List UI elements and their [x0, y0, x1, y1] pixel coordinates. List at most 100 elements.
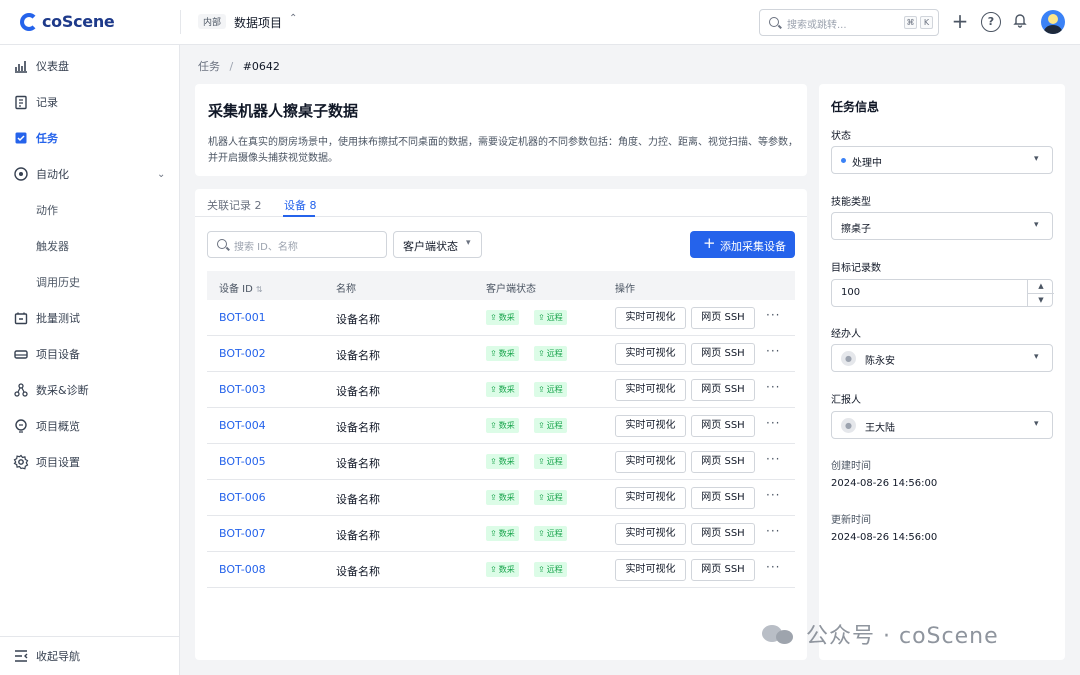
sidebar-item-batch-test[interactable]: 批量测试 — [0, 300, 179, 336]
decrement-icon[interactable]: ▼ — [1028, 293, 1054, 306]
device-id-link[interactable]: BOT-005 — [219, 455, 266, 468]
sidebar-item-dashboard[interactable]: 仪表盘 — [0, 48, 179, 84]
logo-icon — [20, 12, 38, 31]
skill-select[interactable]: 擦桌子 ▾ — [831, 212, 1053, 240]
sidebar-item-diagnosis[interactable]: 数采&诊断 — [0, 372, 179, 408]
status-select[interactable]: 处理中 ▾ — [831, 146, 1053, 174]
remote-icon: ⇪ — [538, 313, 545, 322]
device-id-link[interactable]: BOT-002 — [219, 347, 266, 360]
search-placeholder: 搜索或跳转... — [787, 20, 847, 31]
device-id-link[interactable]: BOT-006 — [219, 491, 266, 504]
assignee-select[interactable]: ● 陈永安 ▾ — [831, 344, 1053, 372]
device-name: 设备名称 — [336, 493, 380, 506]
updated-label: 更新时间 — [831, 515, 871, 526]
sidebar-item-label: 自动化 — [36, 168, 69, 181]
sidebar-item-label: 触发器 — [36, 240, 69, 253]
visualize-button[interactable]: 实时可视化 — [615, 523, 686, 545]
watermark-text: 公众号 · coScene — [806, 624, 999, 649]
help-icon[interactable]: ? — [981, 12, 1001, 32]
sidebar-item-records[interactable]: 记录 — [0, 84, 179, 120]
user-avatar[interactable] — [1041, 10, 1065, 34]
more-icon[interactable]: ··· — [766, 488, 780, 502]
badge-collect: ⇪ 数采 — [486, 382, 519, 397]
device-name: 设备名称 — [336, 421, 380, 434]
search-icon — [769, 17, 779, 27]
device-id-link[interactable]: BOT-001 — [219, 311, 266, 324]
sidebar-item-call-history[interactable]: 调用历史 — [0, 264, 179, 300]
badge-collect: ⇪ 数采 — [486, 310, 519, 325]
tab-linked-records[interactable]: 关联记录 2 — [207, 197, 262, 213]
sidebar-item-label: 调用历史 — [36, 276, 80, 289]
ssh-button[interactable]: 网页 SSH — [691, 523, 755, 545]
add-device-button[interactable]: + 添加采集设备 — [690, 231, 795, 258]
sidebar-item-triggers[interactable]: 触发器 — [0, 228, 179, 264]
remote-icon: ⇪ — [538, 457, 545, 466]
top-bar: coScene 内部 数据项目 ⌃ 搜索或跳转... ⌘ K + ? — [0, 0, 1080, 45]
upload-icon: ⇪ — [490, 421, 497, 430]
skill-label: 技能类型 — [831, 197, 871, 208]
chevron-down-icon[interactable]: ⌄ — [157, 169, 165, 180]
chevron-down-icon: ▾ — [1034, 352, 1039, 362]
more-icon[interactable]: ··· — [766, 344, 780, 358]
visualize-button[interactable]: 实时可视化 — [615, 451, 686, 473]
project-tag: 内部 — [198, 14, 227, 29]
badge-remote: ⇪ 远程 — [534, 346, 567, 361]
stepper: ▲ ▼ — [1027, 280, 1054, 306]
sidebar-item-devices[interactable]: 项目设备 — [0, 336, 179, 372]
sidebar-item-automation[interactable]: 自动化 ⌄ — [0, 156, 179, 192]
plus-icon[interactable]: + — [950, 11, 970, 32]
status-value: 处理中 — [852, 158, 882, 169]
more-icon[interactable]: ··· — [766, 452, 780, 466]
device-search-input[interactable]: 搜索 ID、名称 — [207, 231, 387, 258]
bell-icon[interactable] — [1010, 12, 1030, 32]
reporter-select[interactable]: ● 王大陆 ▾ — [831, 411, 1053, 439]
status-label: 状态 — [831, 131, 851, 142]
visualize-button[interactable]: 实时可视化 — [615, 415, 686, 437]
more-icon[interactable]: ··· — [766, 308, 780, 322]
more-icon[interactable]: ··· — [766, 560, 780, 574]
table-row: BOT-004 设备名称 ⇪ 数采 ⇪ 远程 实时可视化 网页 SSH ··· — [207, 408, 795, 444]
chevron-down-icon: ▾ — [1034, 220, 1039, 230]
breadcrumb-parent[interactable]: 任务 — [198, 60, 220, 73]
more-icon[interactable]: ··· — [766, 380, 780, 394]
ssh-button[interactable]: 网页 SSH — [691, 559, 755, 581]
sidebar-item-overview[interactable]: 项目概览 — [0, 408, 179, 444]
visualize-button[interactable]: 实时可视化 — [615, 559, 686, 581]
global-search-input[interactable]: 搜索或跳转... ⌘ K — [759, 9, 939, 36]
tab-devices[interactable]: 设备 8 — [284, 197, 317, 213]
ssh-button[interactable]: 网页 SSH — [691, 343, 755, 365]
device-id-link[interactable]: BOT-008 — [219, 563, 266, 576]
breadcrumb-separator: / — [229, 60, 234, 73]
visualize-button[interactable]: 实时可视化 — [615, 487, 686, 509]
device-id-link[interactable]: BOT-004 — [219, 419, 266, 432]
target-value: 100 — [841, 287, 861, 298]
chevron-updown-icon[interactable]: ⌃ — [289, 13, 297, 24]
ssh-button[interactable]: 网页 SSH — [691, 451, 755, 473]
device-id-link[interactable]: BOT-007 — [219, 527, 266, 540]
client-status-filter[interactable]: 客户端状态 ▾ — [393, 231, 482, 258]
app-logo[interactable]: coScene — [20, 12, 115, 31]
more-icon[interactable]: ··· — [766, 524, 780, 538]
remote-icon: ⇪ — [538, 529, 545, 538]
target-count-stepper[interactable]: 100 ▲ ▼ — [831, 279, 1054, 307]
visualize-button[interactable]: 实时可视化 — [615, 379, 686, 401]
upload-icon: ⇪ — [490, 385, 497, 394]
ssh-button[interactable]: 网页 SSH — [691, 415, 755, 437]
sidebar-item-settings[interactable]: 项目设置 — [0, 444, 179, 480]
bar-chart-icon — [13, 58, 29, 74]
increment-icon[interactable]: ▲ — [1028, 280, 1054, 293]
sidebar-item-label: 任务 — [36, 132, 58, 145]
device-id-link[interactable]: BOT-003 — [219, 383, 266, 396]
ssh-button[interactable]: 网页 SSH — [691, 379, 755, 401]
column-header-id[interactable]: 设备 ID ⇅ — [219, 280, 263, 295]
device-name: 设备名称 — [336, 457, 380, 470]
sidebar-item-tasks[interactable]: 任务 — [0, 120, 179, 156]
visualize-button[interactable]: 实时可视化 — [615, 307, 686, 329]
collapse-nav-button[interactable]: 收起导航 — [0, 636, 179, 674]
visualize-button[interactable]: 实时可视化 — [615, 343, 686, 365]
ssh-button[interactable]: 网页 SSH — [691, 307, 755, 329]
project-switcher[interactable]: 数据项目 — [234, 14, 282, 31]
ssh-button[interactable]: 网页 SSH — [691, 487, 755, 509]
sidebar-item-actions[interactable]: 动作 — [0, 192, 179, 228]
more-icon[interactable]: ··· — [766, 416, 780, 430]
